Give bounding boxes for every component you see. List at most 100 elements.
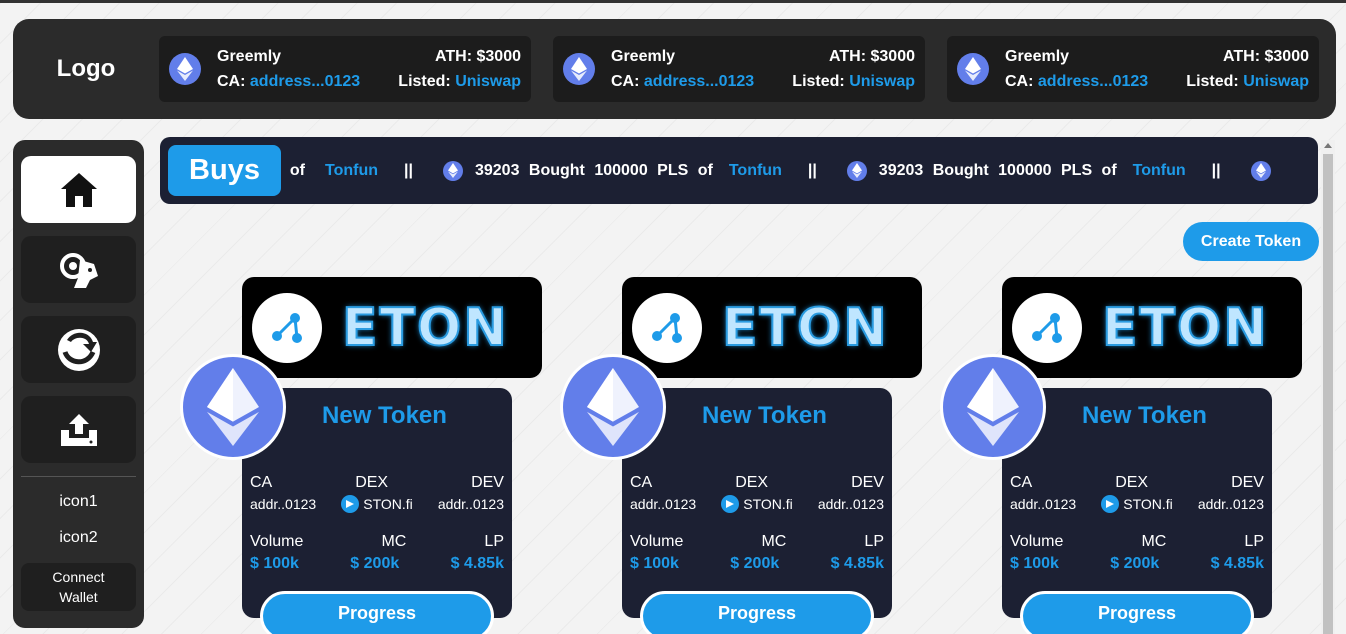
volume-value: $ 100k <box>630 555 679 572</box>
home-icon <box>60 172 97 207</box>
create-token-button[interactable]: Create Token <box>1183 222 1319 261</box>
mc-value: $ 200k <box>730 555 780 572</box>
ca-label: CA <box>1010 474 1033 491</box>
lp-value: $ 4.85k <box>450 555 504 572</box>
lp-value: $ 4.85k <box>830 555 884 572</box>
top-header: Logo Greemly CA: address...0123 ATH: $30… <box>13 19 1336 119</box>
dex-value: STON.fi <box>1123 496 1173 512</box>
ca-value: addr..0123 <box>250 496 317 512</box>
dev-value: addr..0123 <box>437 496 504 512</box>
dev-label: DEV <box>851 474 884 491</box>
ticker-ca-link[interactable]: address...0123 <box>250 73 360 90</box>
sidebar-divider <box>21 476 136 477</box>
token-banner: ETON <box>622 277 922 378</box>
sidebar-link-icon2[interactable]: icon2 <box>21 523 136 559</box>
progress-button[interactable]: Progress <box>1020 591 1254 634</box>
ston-fi-icon <box>341 495 360 513</box>
ticker-ca-link[interactable]: address...0123 <box>1038 73 1148 90</box>
ticker-listed-label: Listed: <box>398 72 451 90</box>
progress-button[interactable]: Progress <box>640 591 874 634</box>
ethereum-icon <box>169 53 201 85</box>
ticker-ca-label: CA: <box>217 72 246 90</box>
ticker-listed-link[interactable]: Uniswap <box>849 73 915 90</box>
buy-item <box>1250 160 1271 181</box>
ticker-card[interactable]: Greemly CA: address...0123 ATH: $3000 Li… <box>553 36 925 102</box>
ram-icon <box>59 252 98 288</box>
ston-fi-icon <box>1101 495 1120 513</box>
dev-value: addr..0123 <box>817 496 884 512</box>
sidebar-link-icon1[interactable]: icon1 <box>21 487 136 523</box>
banner-text: ETON <box>341 297 509 359</box>
token-card[interactable]: ETON New Token CA DEX DEV addr..0123 STO… <box>180 277 542 634</box>
dex-label: DEX <box>735 474 769 491</box>
ethereum-icon <box>180 354 286 460</box>
ticker-listed-label: Listed: <box>792 72 845 90</box>
ticker-name: Greemly <box>611 47 676 65</box>
buy-token-link[interactable]: Tonfun <box>325 162 378 180</box>
mc-label: MC <box>761 533 787 550</box>
ticker-listed-link[interactable]: Uniswap <box>455 73 521 90</box>
buy-item: LS of Tonfun || <box>260 162 413 180</box>
upload-icon <box>60 413 97 446</box>
banner-text: ETON <box>721 297 889 359</box>
scrollbar-thumb[interactable] <box>1323 154 1333 634</box>
buy-separator: || <box>404 161 413 179</box>
ca-label: CA <box>250 474 273 491</box>
token-card[interactable]: ETON New Token CA DEX DEV addr..0123 STO… <box>940 277 1302 634</box>
ca-value: addr..0123 <box>630 496 697 512</box>
token-banner: ETON <box>1002 277 1302 378</box>
logo[interactable]: Logo <box>13 55 159 83</box>
ston-fi-icon <box>721 495 740 513</box>
ethereum-icon <box>957 53 989 85</box>
ca-value: addr..0123 <box>1010 496 1077 512</box>
ticker-ath: ATH: $3000 <box>435 47 521 65</box>
mc-label: MC <box>381 533 407 550</box>
sidebar: icon1 icon2 Connect Wallet <box>13 140 144 628</box>
buy-item: 39203 Bought 100000 PLS of Tonfun || <box>846 160 1221 181</box>
buy-item: 39203 Bought 100000 PLS of Tonfun || <box>442 160 817 181</box>
banner-text: ETON <box>1101 297 1269 359</box>
ticker-ca-label: CA: <box>1005 72 1034 90</box>
ticker-ath: ATH: $3000 <box>829 47 915 65</box>
sidebar-item-home[interactable] <box>21 156 136 223</box>
sidebar-item-ram[interactable] <box>21 236 136 303</box>
network-icon <box>632 292 702 363</box>
ticker-name: Greemly <box>1005 47 1070 65</box>
ca-label: CA <box>630 474 653 491</box>
volume-label: Volume <box>1010 533 1064 550</box>
token-card[interactable]: ETON New Token CA DEX DEV addr..0123 STO… <box>560 277 922 634</box>
buy-token-link[interactable]: Tonfun <box>1133 162 1186 180</box>
mc-value: $ 200k <box>350 555 400 572</box>
connect-wallet-button[interactable]: Connect Wallet <box>21 563 136 611</box>
volume-label: Volume <box>630 533 684 550</box>
buy-separator: || <box>1211 161 1221 179</box>
ethereum-icon <box>563 53 595 85</box>
volume-value: $ 100k <box>250 555 299 572</box>
dex-label: DEX <box>355 474 389 491</box>
ethereum-icon <box>560 354 666 460</box>
scroll-up-icon[interactable] <box>1324 143 1332 148</box>
ticker-name: Greemly <box>217 47 282 65</box>
buy-token-link[interactable]: Tonfun <box>729 162 782 180</box>
lp-label: LP <box>864 533 884 550</box>
ticker-listed-link[interactable]: Uniswap <box>1243 73 1309 90</box>
dev-label: DEV <box>1231 474 1264 491</box>
lp-value: $ 4.85k <box>1210 555 1264 572</box>
dev-label: DEV <box>471 474 504 491</box>
sidebar-item-upload[interactable] <box>21 396 136 463</box>
ethereum-icon <box>442 160 463 181</box>
progress-button[interactable]: Progress <box>260 591 494 634</box>
lp-label: LP <box>1244 533 1264 550</box>
token-banner: ETON <box>242 277 542 378</box>
network-icon <box>1012 292 1082 363</box>
buy-separator: || <box>807 161 817 179</box>
lp-label: LP <box>484 533 504 550</box>
volume-value: $ 100k <box>1010 555 1059 572</box>
ticker-card[interactable]: Greemly CA: address...0123 ATH: $3000 Li… <box>947 36 1319 102</box>
ticker-ca-link[interactable]: address...0123 <box>644 73 754 90</box>
ticker-card[interactable]: Greemly CA: address...0123 ATH: $3000 Li… <box>159 36 531 102</box>
scrollbar[interactable] <box>1321 140 1335 634</box>
sidebar-item-swap[interactable] <box>21 316 136 383</box>
ethereum-icon <box>846 160 867 181</box>
buy-text: 39203 Bought 100000 PLS of <box>878 161 1117 179</box>
